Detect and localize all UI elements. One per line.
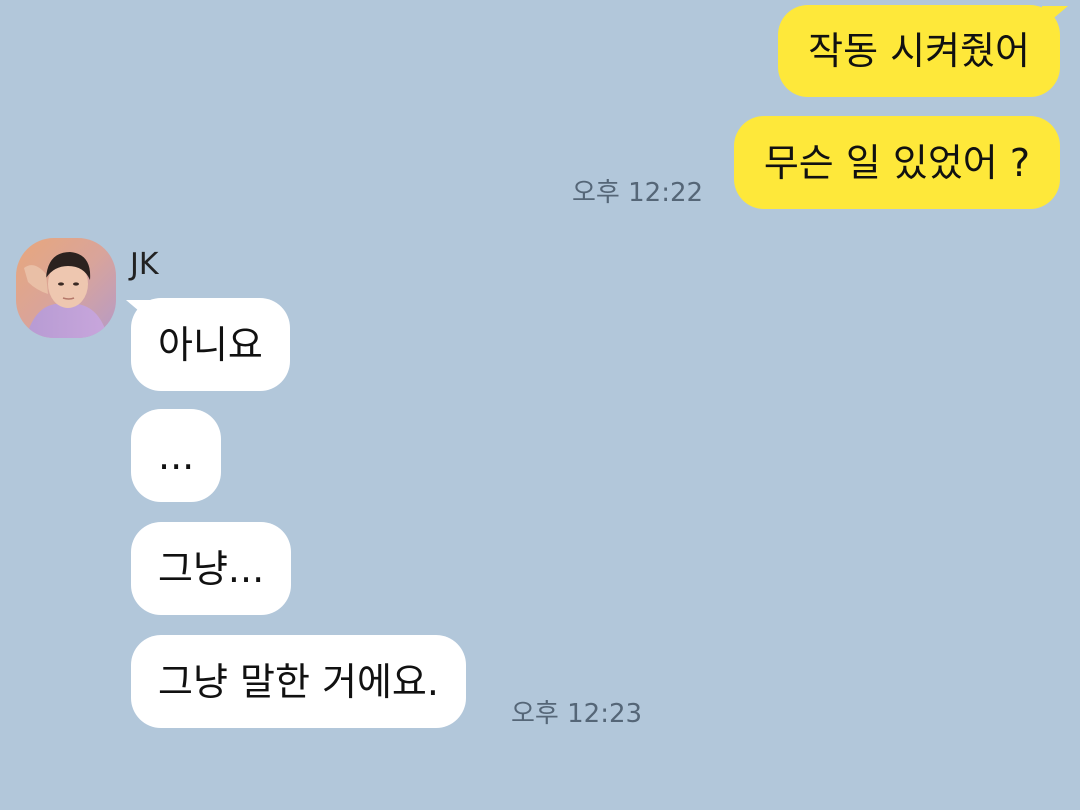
incoming-message[interactable]: 그냥... — [131, 522, 292, 615]
outgoing-message[interactable]: 작동 시켜줬어 — [778, 5, 1060, 97]
message-text: 그냥 말한 거에요. — [158, 659, 439, 704]
message-text: 아니요 — [158, 322, 263, 367]
message-text: ... — [158, 433, 195, 478]
message-text: 그냥... — [158, 546, 265, 591]
chat-window: 작동 시켜줬어 오후 12:22 무슨 일 있었어 ? JK 아니요 ... 그… — [0, 0, 1080, 810]
outgoing-message[interactable]: 무슨 일 있었어 ? — [733, 116, 1060, 209]
profile-photo-icon — [16, 238, 116, 338]
message-timestamp: 오후 12:22 — [572, 178, 704, 208]
message-timestamp: 오후 12:23 — [511, 699, 643, 729]
incoming-message[interactable]: 아니요 — [131, 298, 290, 391]
sender-name: JK — [130, 247, 159, 282]
incoming-message[interactable]: ... — [131, 409, 222, 502]
avatar[interactable] — [16, 238, 116, 338]
incoming-message[interactable]: 그냥 말한 거에요. — [131, 635, 466, 728]
message-text: 무슨 일 있었어 ? — [763, 140, 1030, 185]
message-text: 작동 시켜줬어 — [808, 29, 1030, 73]
